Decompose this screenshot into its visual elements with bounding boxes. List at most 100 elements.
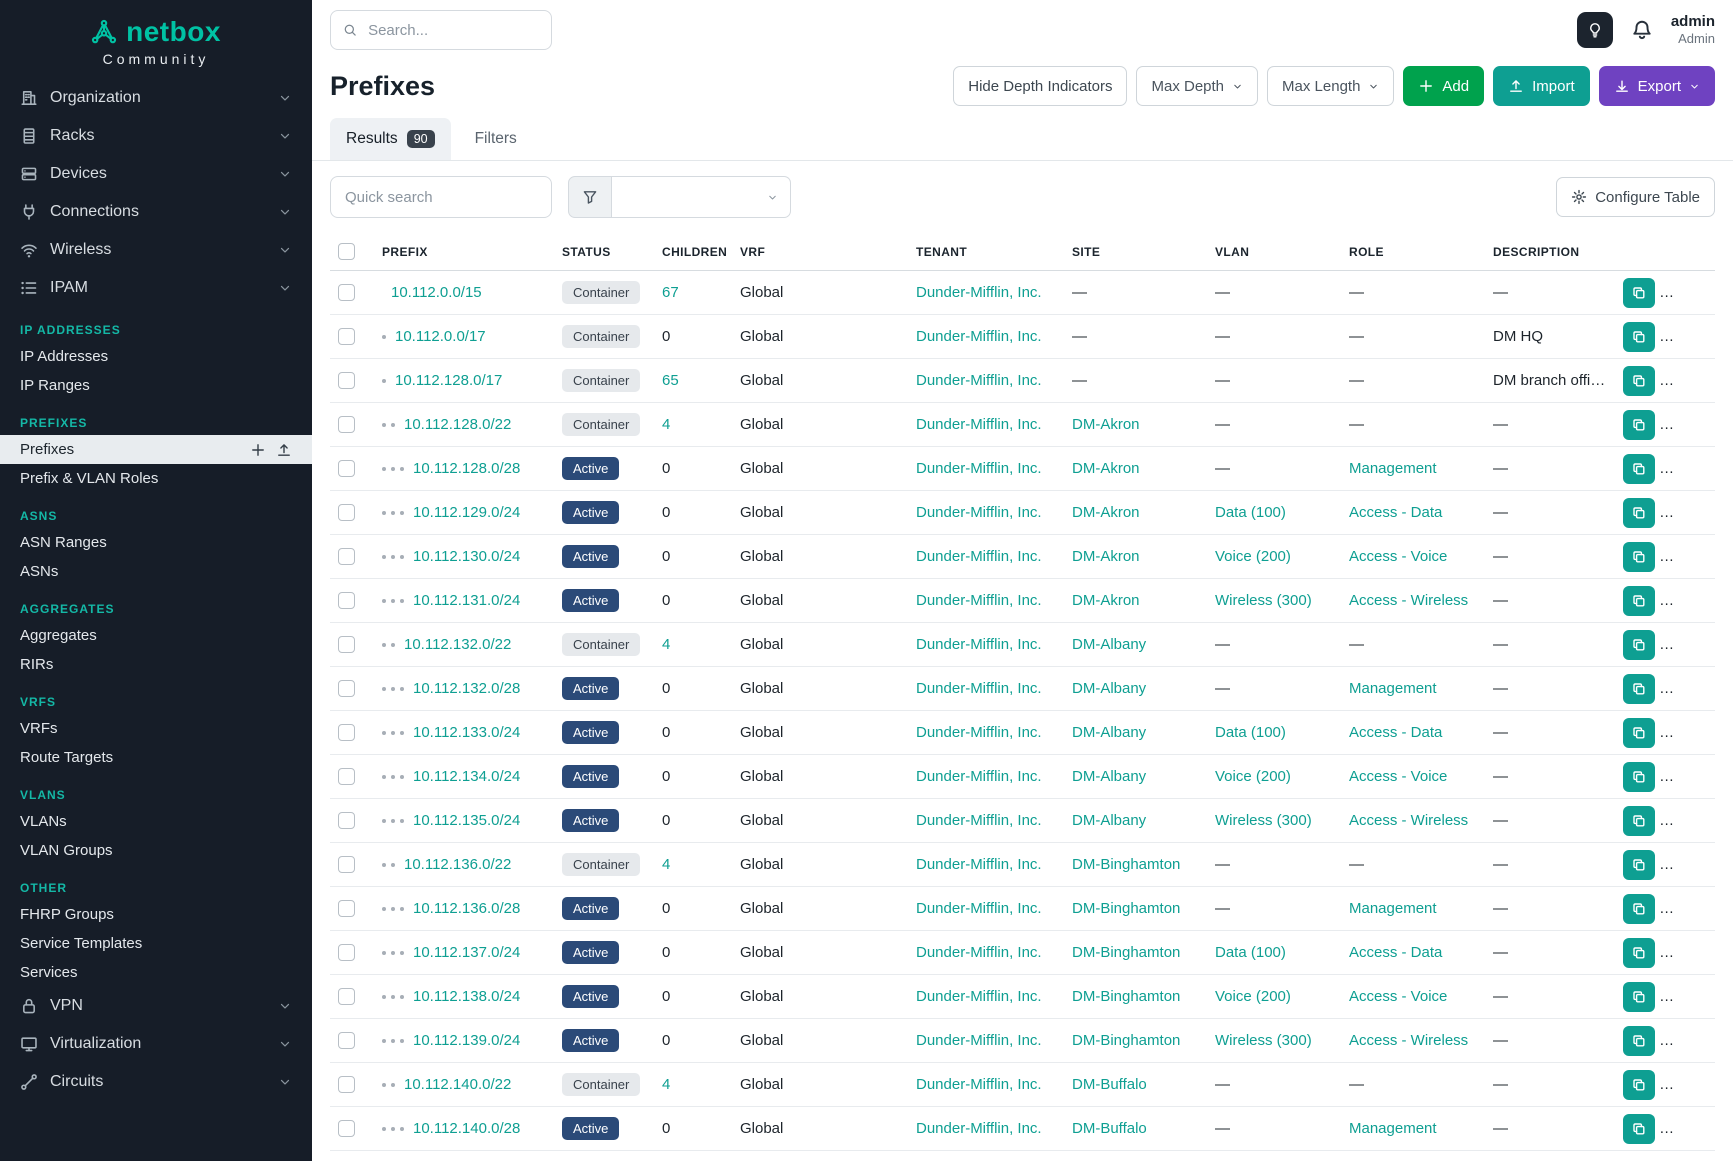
quick-search-input[interactable] [343, 188, 539, 207]
column-header-description[interactable]: DESCRIPTION [1485, 233, 1615, 271]
tenant-link[interactable]: Dunder-Mifflin, Inc. [916, 636, 1042, 653]
prefix-link[interactable]: 10.112.138.0/24 [413, 988, 520, 1005]
netbox-home-link[interactable]: netbox [0, 16, 312, 48]
sidebar-item-wireless[interactable]: Wireless [0, 231, 312, 269]
role-link[interactable]: Management [1349, 1120, 1437, 1137]
sidebar-item-devices[interactable]: Devices [0, 155, 312, 193]
row-checkbox[interactable] [338, 988, 355, 1005]
site-link[interactable]: DM-Buffalo [1072, 1120, 1147, 1137]
edit-button[interactable] [1664, 366, 1714, 396]
edit-button[interactable] [1664, 278, 1714, 308]
role-link[interactable]: Access - Voice [1349, 548, 1447, 565]
sidebar-item-services[interactable]: Services [0, 958, 312, 987]
row-checkbox[interactable] [338, 1032, 355, 1049]
row-checkbox[interactable] [338, 812, 355, 829]
row-checkbox[interactable] [338, 856, 355, 873]
vlan-link[interactable]: Voice (200) [1215, 988, 1291, 1005]
role-link[interactable]: Management [1349, 460, 1437, 477]
role-link[interactable]: Access - Voice [1349, 768, 1447, 785]
sidebar-item-connections[interactable]: Connections [0, 193, 312, 231]
tenant-link[interactable]: Dunder-Mifflin, Inc. [916, 592, 1042, 609]
edit-button[interactable] [1664, 454, 1714, 484]
sidebar-item-fhrp-groups[interactable]: FHRP Groups [0, 900, 312, 929]
sidebar-item-ipam[interactable]: IPAM [0, 269, 312, 307]
copy-button[interactable] [1623, 366, 1655, 396]
site-link[interactable]: DM-Akron [1072, 592, 1140, 609]
column-header-children[interactable]: CHILDREN [654, 233, 732, 271]
prefix-link[interactable]: 10.112.128.0/28 [413, 460, 520, 477]
prefix-link[interactable]: 10.112.134.0/24 [413, 768, 520, 785]
tenant-link[interactable]: Dunder-Mifflin, Inc. [916, 504, 1042, 521]
site-link[interactable]: DM-Akron [1072, 504, 1140, 521]
sidebar-item-service-templates[interactable]: Service Templates [0, 929, 312, 958]
edit-button[interactable] [1664, 542, 1714, 572]
tenant-link[interactable]: Dunder-Mifflin, Inc. [916, 1120, 1042, 1137]
saved-filter-select[interactable] [612, 176, 791, 218]
row-checkbox[interactable] [338, 372, 355, 389]
copy-button[interactable] [1623, 498, 1655, 528]
column-header-status[interactable]: STATUS [554, 233, 654, 271]
sidebar-item-prefixes[interactable]: Prefixes [0, 435, 312, 464]
site-link[interactable]: DM-Buffalo [1072, 1076, 1147, 1093]
row-checkbox[interactable] [338, 1076, 355, 1093]
copy-button[interactable] [1623, 674, 1655, 704]
row-checkbox[interactable] [338, 768, 355, 785]
copy-button[interactable] [1623, 322, 1655, 352]
prefix-link[interactable]: 10.112.136.0/22 [404, 856, 511, 873]
prefix-link[interactable]: 10.112.0.0/15 [391, 284, 482, 301]
copy-button[interactable] [1623, 982, 1655, 1012]
sidebar-item-vlan-groups[interactable]: VLAN Groups [0, 836, 312, 865]
vlan-link[interactable]: Data (100) [1215, 724, 1286, 741]
sidebar-item-circuits[interactable]: Circuits [0, 1063, 312, 1101]
tenant-link[interactable]: Dunder-Mifflin, Inc. [916, 988, 1042, 1005]
edit-button[interactable] [1664, 718, 1714, 748]
tenant-link[interactable]: Dunder-Mifflin, Inc. [916, 680, 1042, 697]
tenant-link[interactable]: Dunder-Mifflin, Inc. [916, 900, 1042, 917]
edit-button[interactable] [1664, 498, 1714, 528]
copy-button[interactable] [1623, 542, 1655, 572]
tenant-link[interactable]: Dunder-Mifflin, Inc. [916, 548, 1042, 565]
user-menu[interactable]: admin Admin [1671, 13, 1715, 48]
sidebar-item-rirs[interactable]: RIRs [0, 650, 312, 679]
tenant-link[interactable]: Dunder-Mifflin, Inc. [916, 284, 1042, 301]
site-link[interactable]: DM-Akron [1072, 460, 1140, 477]
site-link[interactable]: DM-Akron [1072, 416, 1140, 433]
children-link[interactable]: 4 [662, 856, 670, 873]
row-checkbox[interactable] [338, 680, 355, 697]
copy-button[interactable] [1623, 1070, 1655, 1100]
edit-button[interactable] [1664, 630, 1714, 660]
edit-button[interactable] [1664, 322, 1714, 352]
copy-button[interactable] [1623, 718, 1655, 748]
sidebar-item-asns[interactable]: ASNs [0, 557, 312, 586]
prefix-link[interactable]: 10.112.132.0/22 [404, 636, 511, 653]
vlan-link[interactable]: Voice (200) [1215, 548, 1291, 565]
tenant-link[interactable]: Dunder-Mifflin, Inc. [916, 812, 1042, 829]
filter-button[interactable] [568, 176, 612, 218]
role-link[interactable]: Access - Data [1349, 504, 1442, 521]
row-checkbox[interactable] [338, 1120, 355, 1137]
sidebar-item-virtualization[interactable]: Virtualization [0, 1025, 312, 1063]
row-checkbox[interactable] [338, 504, 355, 521]
site-link[interactable]: DM-Albany [1072, 724, 1146, 741]
sidebar-item-ip-addresses[interactable]: IP Addresses [0, 342, 312, 371]
max-depth-dropdown[interactable]: Max Depth [1136, 66, 1258, 106]
copy-button[interactable] [1623, 630, 1655, 660]
edit-button[interactable] [1664, 1114, 1714, 1144]
row-checkbox[interactable] [338, 636, 355, 653]
edit-button[interactable] [1664, 1026, 1714, 1056]
role-link[interactable]: Access - Wireless [1349, 812, 1468, 829]
row-checkbox[interactable] [338, 284, 355, 301]
upload-button[interactable] [276, 442, 292, 458]
column-header-tenant[interactable]: TENANT [908, 233, 1064, 271]
prefix-link[interactable]: 10.112.0.0/17 [395, 328, 486, 345]
edit-button[interactable] [1664, 894, 1714, 924]
edit-button[interactable] [1664, 586, 1714, 616]
tab-results[interactable]: Results 90 [330, 118, 451, 160]
tenant-link[interactable]: Dunder-Mifflin, Inc. [916, 328, 1042, 345]
prefix-link[interactable]: 10.112.132.0/28 [413, 680, 520, 697]
prefix-link[interactable]: 10.112.128.0/22 [404, 416, 511, 433]
copy-button[interactable] [1623, 938, 1655, 968]
column-header-role[interactable]: ROLE [1341, 233, 1485, 271]
notifications-button[interactable] [1631, 19, 1653, 41]
export-button[interactable]: Export [1599, 66, 1715, 106]
